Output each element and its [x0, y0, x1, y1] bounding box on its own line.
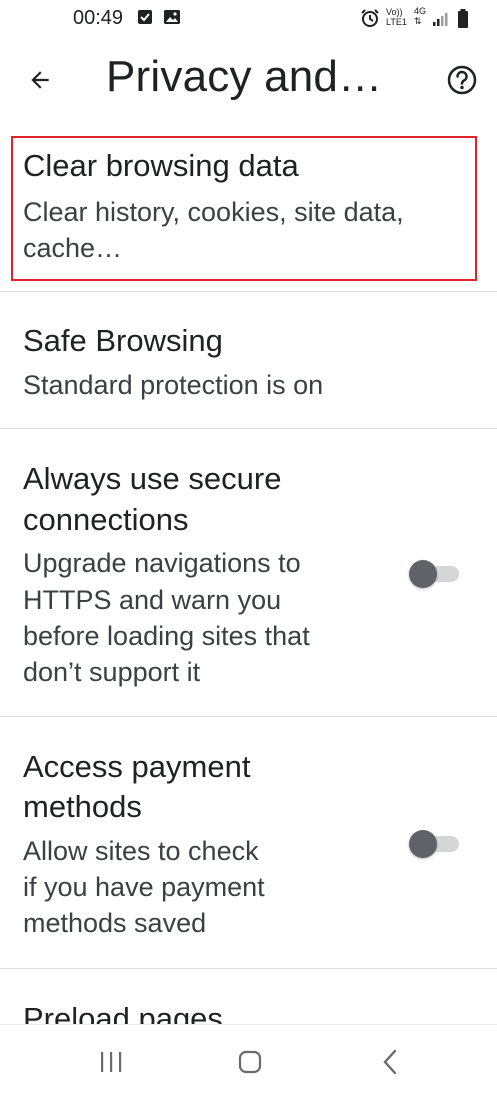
setting-title-line: methods: [23, 789, 142, 824]
status-bar: 00:49 Vo)) LTE1 4G ⇅: [0, 0, 497, 40]
help-icon: [447, 65, 477, 95]
data-type: 4G: [414, 6, 427, 16]
data-arrows-icon: ⇅: [414, 16, 422, 26]
home-icon: [238, 1050, 262, 1074]
setting-summary-line: Upgrade navigations to: [23, 548, 301, 578]
payment-methods-toggle[interactable]: [409, 829, 459, 858]
setting-summary-line: before loading sites that: [23, 621, 310, 651]
setting-summary-line: don’t support it: [23, 657, 201, 687]
navigation-bar: [0, 1024, 497, 1095]
volte-label: Vo)) LTE1: [386, 7, 407, 27]
toggle-thumb: [409, 830, 437, 858]
setting-title: Clear browsing data: [23, 148, 299, 183]
setting-summary-line: HTTPS and warn you: [23, 585, 282, 615]
recents-button[interactable]: [91, 1047, 131, 1077]
signal-icon: [433, 13, 448, 26]
setting-title-line: connections: [23, 502, 189, 537]
recents-icon: [101, 1052, 122, 1072]
setting-title-line: Always use secure: [23, 461, 282, 496]
toolbar: Privacy and…: [0, 40, 497, 126]
checkbox-notification-icon: [138, 10, 152, 24]
data-label: 4G ⇅: [414, 6, 426, 26]
setting-title: Safe Browsing: [23, 323, 223, 358]
secure-connections-toggle[interactable]: [409, 559, 459, 588]
setting-payment-methods[interactable]: Access payment methods Allow sites to ch…: [0, 717, 497, 968]
back-button[interactable]: [18, 58, 62, 102]
volte-top: Vo)): [386, 7, 403, 17]
image-notification-icon: [164, 10, 180, 24]
setting-safe-browsing[interactable]: Safe Browsing Standard protection is on: [0, 292, 497, 428]
setting-summary-line: Clear history, cookies, site data,: [23, 197, 404, 227]
back-nav-button[interactable]: [370, 1047, 410, 1077]
settings-list: Clear browsing data Clear history, cooki…: [0, 126, 497, 1024]
setting-title-line: Access payment: [23, 749, 251, 784]
toggle-thumb: [409, 560, 437, 588]
back-arrow-icon: [31, 71, 49, 89]
setting-summary-line: cache…: [23, 233, 123, 263]
battery-icon: [458, 9, 468, 28]
setting-summary-line: methods saved: [23, 908, 207, 938]
help-button[interactable]: [440, 58, 484, 102]
status-time: 00:49: [73, 7, 124, 29]
setting-preload-pages[interactable]: Preload pages: [0, 969, 497, 1024]
back-nav-icon: [383, 1049, 397, 1075]
setting-clear-browsing-data[interactable]: Clear browsing data Clear history, cooki…: [0, 126, 497, 291]
home-button[interactable]: [230, 1047, 270, 1077]
volte-bottom: LTE1: [386, 17, 407, 27]
setting-summary-line: Allow sites to check: [23, 836, 259, 866]
setting-summary-line: if you have payment: [23, 872, 265, 902]
setting-summary-line: Standard protection is on: [23, 370, 324, 400]
setting-secure-connections[interactable]: Always use secure connections Upgrade na…: [0, 429, 497, 716]
setting-title: Preload pages: [23, 1001, 223, 1024]
page-title: Privacy and…: [106, 52, 383, 101]
alarm-icon: [361, 9, 379, 27]
